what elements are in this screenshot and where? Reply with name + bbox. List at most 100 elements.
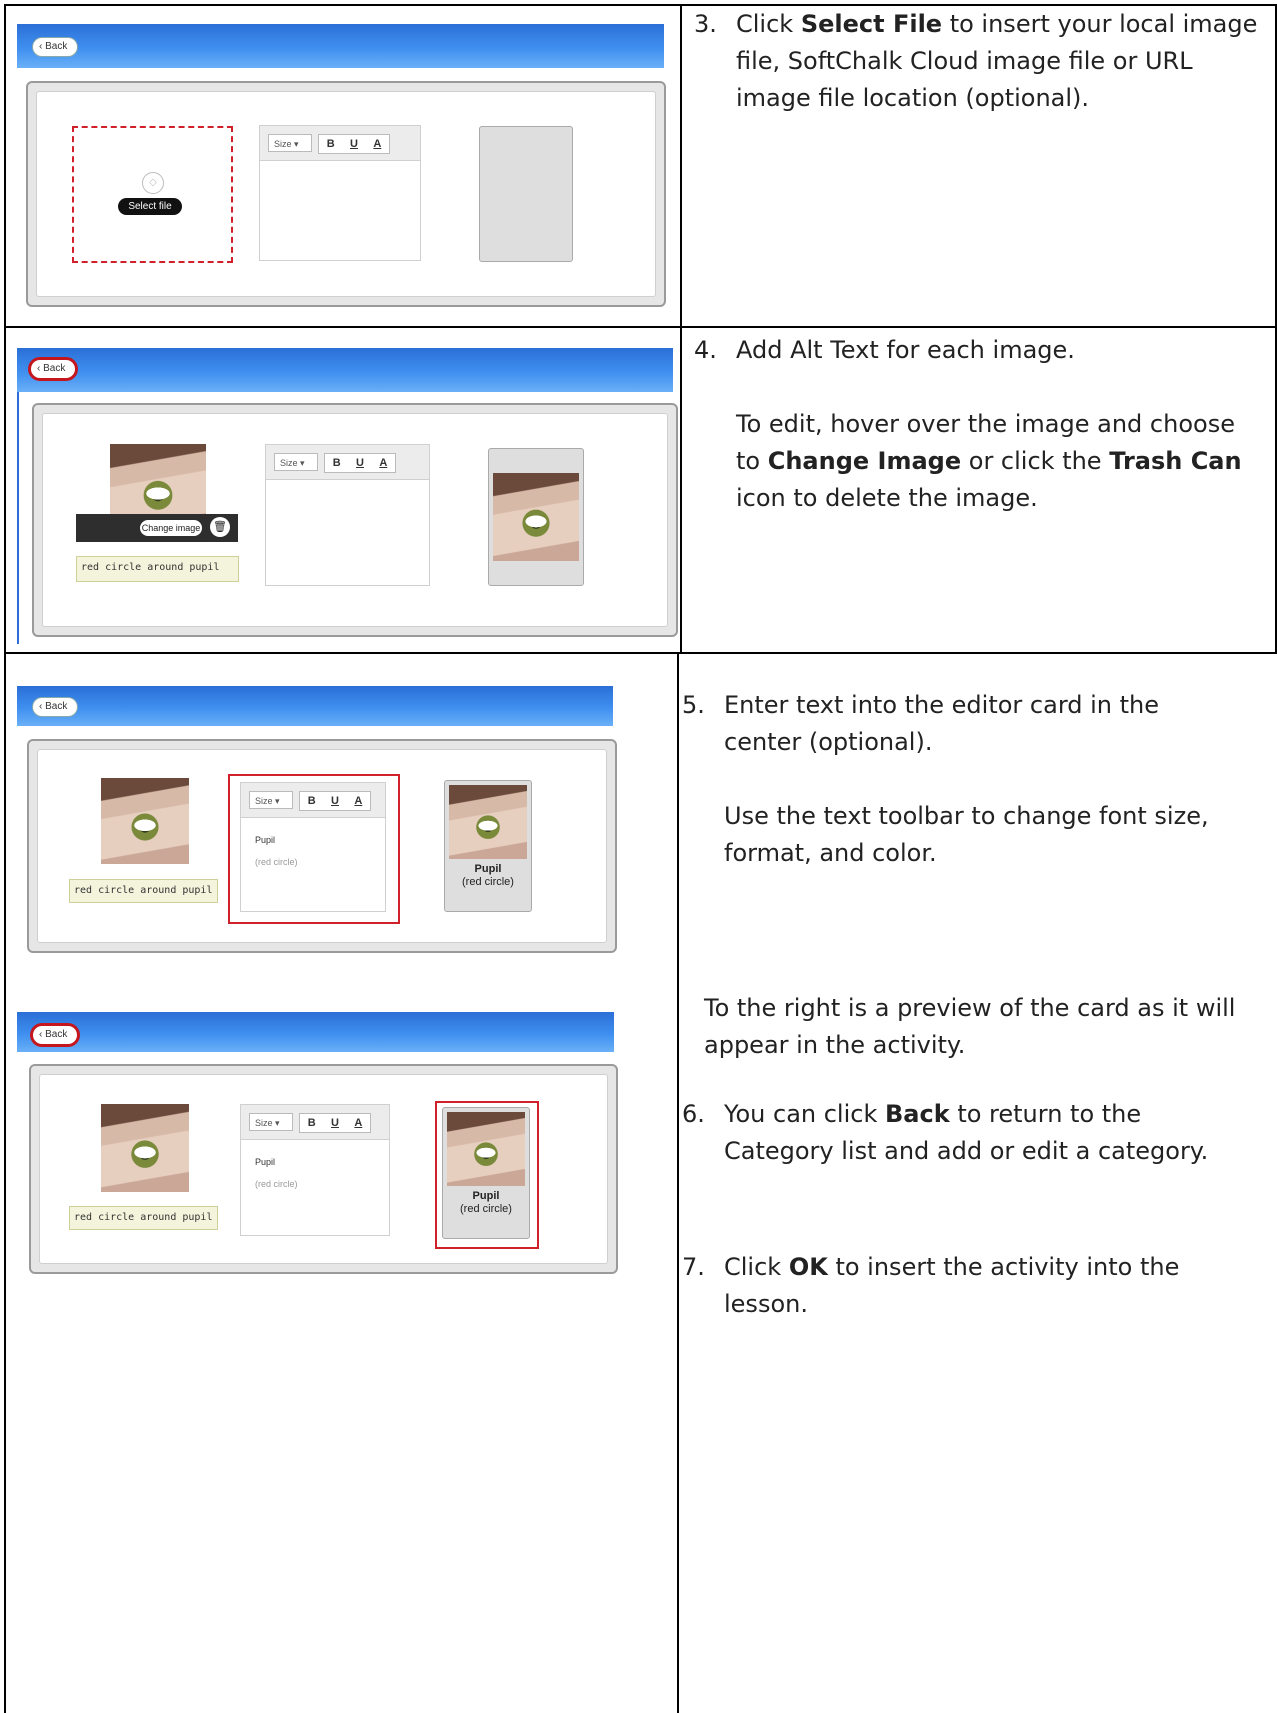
step-number: 6. [682, 1100, 705, 1128]
format-buttons: BUA [299, 1113, 371, 1133]
text-toolbar: Size ▾ BUA [260, 126, 420, 161]
bold-button[interactable]: B [327, 135, 335, 153]
step-4-bold-change-image: Change Image [767, 447, 962, 475]
preview-note-text: To the right is a preview of the card as… [704, 994, 1236, 1059]
size-dropdown[interactable]: Size ▾ [249, 1113, 293, 1131]
step-6: 6. You can click Back to return to the C… [682, 1096, 1242, 1170]
underline-button[interactable]: U [356, 454, 364, 472]
screenshot-select-file: ‹ Back ◇ Select file Size ▾ BUA [17, 24, 666, 314]
text-toolbar: Size ▾ BUA [266, 445, 429, 480]
step-6-text: You can click Back to return to the Cate… [724, 1096, 1242, 1170]
size-dropdown[interactable]: Size ▾ [274, 453, 318, 471]
preview-note: To the right is a preview of the card as… [704, 990, 1244, 1064]
alt-text-field[interactable]: red circle around pupil [76, 556, 239, 582]
table-divider-upper [680, 4, 682, 654]
size-dropdown[interactable]: Size ▾ [268, 134, 312, 152]
table-divider-lower [677, 654, 679, 1713]
step-7: 7. Click OK to insert the activity into … [682, 1249, 1242, 1323]
text-editor[interactable]: Size ▾ BUA [265, 444, 430, 586]
card-title: Pupil [472, 1190, 500, 1202]
format-buttons: BUA [318, 134, 390, 154]
color-button[interactable]: A [354, 792, 362, 810]
table-row-divider-2 [4, 652, 1277, 654]
size-label: Size [274, 139, 292, 149]
editor-sub-text: (red circle) [255, 857, 298, 867]
step-6-bold: Back [885, 1100, 950, 1128]
table-row-divider-1 [4, 326, 1277, 328]
underline-button[interactable]: U [331, 792, 339, 810]
screenshot-card-preview: ‹ Back red circle around pupil Size ▾ BU… [17, 1012, 618, 1274]
step-4-p2-mid: or click the [961, 447, 1110, 475]
header-bar [17, 686, 613, 726]
change-image-button[interactable]: Change image [140, 520, 202, 536]
image-drop-zone[interactable] [72, 126, 233, 263]
text-toolbar: Size ▾ BUA [241, 1105, 389, 1140]
step-7-text: Click OK to insert the activity into the… [724, 1249, 1242, 1323]
back-button[interactable]: ‹ Back [33, 1026, 78, 1044]
step-7-pre: Click [724, 1253, 789, 1281]
header-bar [17, 24, 664, 68]
alt-text-field[interactable]: red circle around pupil [69, 879, 218, 903]
step-7-bold: OK [788, 1253, 828, 1281]
card-preview [488, 448, 584, 586]
back-label: Back [45, 1029, 68, 1040]
back-label: Back [45, 701, 68, 712]
preview-eye-image [449, 785, 527, 859]
card-preview: Pupil (red circle) [444, 780, 532, 912]
step-3-pre: Click [736, 10, 801, 38]
editor-sub-text: (red circle) [255, 1179, 298, 1189]
back-button[interactable]: ‹ Back [33, 38, 78, 56]
color-button[interactable]: A [354, 1114, 362, 1132]
screenshot-editor-text: ‹ Back red circle around pupil Size ▾ BU… [17, 686, 617, 953]
select-file-button[interactable]: Select file [118, 198, 182, 215]
back-button[interactable]: ‹ Back [33, 698, 78, 716]
step-5-line1: Enter text into the editor card in the c… [724, 691, 1160, 756]
step-4-p2-post: icon to delete the image. [736, 484, 1038, 512]
step-5-body: Enter text into the editor card in the c… [724, 687, 1242, 872]
back-label: Back [45, 41, 68, 52]
step-3-bold: Select File [800, 10, 943, 38]
table-border-left [4, 4, 6, 1713]
text-editor[interactable]: Size ▾ BUA Pupil (red circle) [240, 1104, 390, 1236]
preview-eye-image [447, 1112, 525, 1186]
underline-button[interactable]: U [350, 135, 358, 153]
step-number: 3. [694, 10, 717, 38]
text-editor[interactable]: Size ▾ BUA [259, 125, 421, 261]
underline-button[interactable]: U [331, 1114, 339, 1132]
step-3-text: Click Select File to insert your local i… [736, 6, 1259, 117]
step-5: 5. Enter text into the editor card in th… [682, 687, 1242, 872]
step-4-para2: To edit, hover over the image and choose… [736, 406, 1259, 517]
left-edge-strip [17, 392, 19, 644]
back-button[interactable]: ‹ Back [31, 360, 76, 378]
size-label: Size [255, 796, 273, 806]
editor-title-text: Pupil [255, 835, 276, 845]
card-title: Pupil [474, 863, 502, 875]
color-button[interactable]: A [373, 135, 381, 153]
bold-button[interactable]: B [333, 454, 341, 472]
card-subtitle: (red circle) [460, 1203, 512, 1215]
bold-button[interactable]: B [308, 792, 316, 810]
step-number: 4. [694, 336, 717, 364]
step-5-line2: Use the text toolbar to change font size… [724, 802, 1209, 867]
step-4-bold-trash-can: Trash Can [1109, 447, 1242, 475]
step-number: 7. [682, 1253, 705, 1281]
text-editor[interactable]: Size ▾ BUA Pupil (red circle) [240, 782, 386, 912]
image-placeholder-icon: ◇ [142, 172, 164, 194]
header-bar [17, 1012, 614, 1052]
step-4-body: Add Alt Text for each image. To edit, ho… [736, 332, 1259, 517]
size-dropdown[interactable]: Size ▾ [249, 791, 293, 809]
card-subtitle: (red circle) [462, 876, 514, 888]
step-4: 4. Add Alt Text for each image. To edit,… [694, 332, 1259, 517]
preview-eye-image [493, 473, 579, 561]
card-preview: Pupil (red circle) [442, 1107, 530, 1239]
trash-can-icon[interactable]: 🗑 [210, 517, 230, 537]
bold-button[interactable]: B [308, 1114, 316, 1132]
eye-image [101, 1104, 189, 1192]
format-buttons: BUA [324, 453, 396, 473]
alt-text-field[interactable]: red circle around pupil [69, 1206, 218, 1230]
color-button[interactable]: A [379, 454, 387, 472]
step-4-line1: Add Alt Text for each image. [736, 336, 1075, 364]
step-number: 5. [682, 691, 705, 719]
format-buttons: BUA [299, 791, 371, 811]
screenshot-alt-text: ‹ Back Change image 🗑 red circle around … [17, 348, 678, 644]
